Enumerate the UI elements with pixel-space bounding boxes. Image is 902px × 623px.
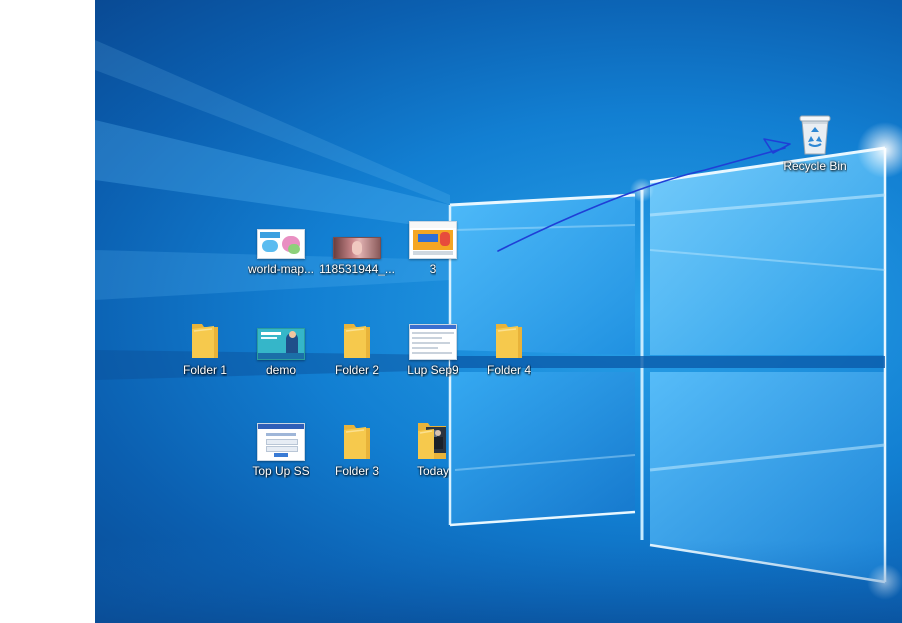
image-file-icon xyxy=(257,328,305,360)
folder-icon xyxy=(344,425,370,459)
desktop-icon-label: world-map... xyxy=(247,262,315,276)
folder-icon xyxy=(344,324,370,358)
folder-icon xyxy=(192,324,218,358)
image-file-icon xyxy=(409,221,457,259)
desktop-icon-label: Folder 1 xyxy=(182,363,228,377)
desktop-icon-folder-3[interactable]: Folder 3 xyxy=(319,417,395,489)
desktop-icon-demo[interactable]: demo xyxy=(243,316,319,388)
desktop-icon-label: demo xyxy=(265,363,297,377)
desktop-icon-folder-1[interactable]: Folder 1 xyxy=(167,316,243,388)
desktop-icon-recycle-bin[interactable]: Recycle Bin xyxy=(777,112,853,184)
desktop-icon-folder-2[interactable]: Folder 2 xyxy=(319,316,395,388)
desktop-icon-label: 118531944_... xyxy=(319,262,395,276)
desktop-icon-top-up-ss[interactable]: Top Up SS xyxy=(243,417,319,489)
desktop-icon-label: Folder 4 xyxy=(486,363,532,377)
desktop-icon-label: Top Up SS xyxy=(252,464,310,478)
desktop-icon-world-map[interactable]: world-map... xyxy=(243,215,319,287)
desktop-icon-label: Folder 3 xyxy=(334,464,380,478)
desktop-icon-label: 3 xyxy=(429,262,437,276)
desktop-icon-today[interactable]: Today xyxy=(395,417,471,489)
desktop-icon-photo-118531944[interactable]: 118531944_... xyxy=(319,215,395,287)
desktop-icon-file-3[interactable]: 3 xyxy=(395,215,471,287)
desktop-icon-label: Folder 2 xyxy=(334,363,380,377)
windows-wallpaper xyxy=(95,40,902,623)
image-file-icon xyxy=(257,423,305,461)
image-file-icon xyxy=(409,324,457,360)
desktop-icon-label: Today xyxy=(416,464,450,478)
left-white-margin xyxy=(0,0,95,623)
folder-with-preview-icon xyxy=(418,423,446,459)
desktop-icon-lup-sep9[interactable]: Lup Sep9 xyxy=(395,316,471,388)
image-file-icon xyxy=(333,237,381,259)
desktop-icon-label: Lup Sep9 xyxy=(407,363,459,377)
desktop[interactable]: Recycle Bin world-map... 118531944_... 3… xyxy=(95,0,902,623)
desktop-icon-folder-4[interactable]: Folder 4 xyxy=(471,316,547,388)
folder-icon xyxy=(496,324,522,358)
desktop-icon-label: Recycle Bin xyxy=(783,159,847,173)
recycle-bin-icon xyxy=(799,115,831,155)
image-file-icon xyxy=(257,229,305,259)
